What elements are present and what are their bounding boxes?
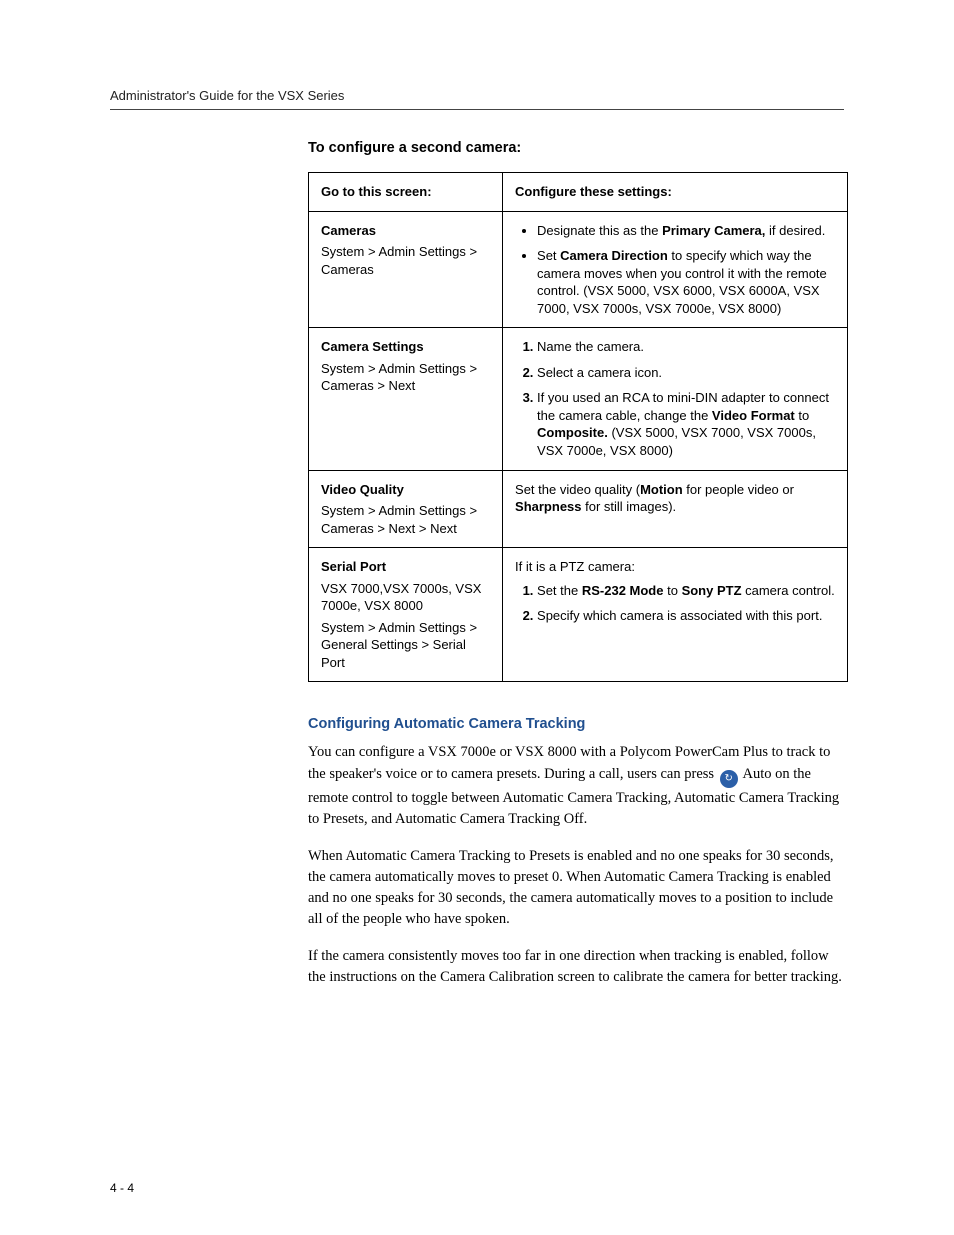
table-row: Cameras System > Admin Settings > Camera… xyxy=(309,211,848,328)
models-note: VSX 7000,VSX 7000s, VSX 7000e, VSX 8000 xyxy=(321,580,490,615)
intro-line: If it is a PTZ camera: xyxy=(515,558,835,576)
strong-text: Video Format xyxy=(712,408,795,423)
text: to xyxy=(795,408,809,423)
strong-text: Sharpness xyxy=(515,499,581,514)
list-item: Designate this as the Primary Camera, if… xyxy=(537,222,835,240)
cell-screen: Cameras System > Admin Settings > Camera… xyxy=(309,211,503,328)
cell-title: Camera Settings xyxy=(321,339,424,354)
subsection-heading: Configuring Automatic Camera Tracking xyxy=(308,716,848,732)
text: Set the xyxy=(537,583,582,598)
cell-screen: Serial Port VSX 7000,VSX 7000s, VSX 7000… xyxy=(309,548,503,682)
header-rule xyxy=(110,109,844,110)
paragraph: When Automatic Camera Tracking to Preset… xyxy=(308,846,848,930)
strong-text: Camera Direction xyxy=(560,248,668,263)
cell-title: Serial Port xyxy=(321,559,386,574)
numbered-list: Set the RS-232 Mode to Sony PTZ camera c… xyxy=(515,582,835,625)
nav-path: System > Admin Settings > General Settin… xyxy=(321,619,490,672)
list-item: Select a camera icon. xyxy=(537,364,835,382)
nav-path: System > Admin Settings > Cameras xyxy=(321,243,490,278)
text: Specify which camera is associated with … xyxy=(537,608,822,623)
strong-text: Sony PTZ xyxy=(682,583,742,598)
cell-settings: If it is a PTZ camera: Set the RS-232 Mo… xyxy=(503,548,848,682)
bullet-list: Designate this as the Primary Camera, if… xyxy=(515,222,835,318)
table-header-right: Configure these settings: xyxy=(503,173,848,212)
cell-title: Video Quality xyxy=(321,482,404,497)
strong-text: Composite. xyxy=(537,425,608,440)
cell-screen: Camera Settings System > Admin Settings … xyxy=(309,328,503,470)
table-header-row: Go to this screen: Configure these setti… xyxy=(309,173,848,212)
text: camera control. xyxy=(742,583,835,598)
text: Select a camera icon. xyxy=(537,365,662,380)
cell-settings: Name the camera. Select a camera icon. I… xyxy=(503,328,848,470)
page-number: 4 - 4 xyxy=(110,1181,134,1195)
auto-icon: ↻ xyxy=(720,770,738,788)
paragraph: You can configure a VSX 7000e or VSX 800… xyxy=(308,742,848,829)
strong-text: Primary Camera, xyxy=(662,223,765,238)
text: Set the video quality ( xyxy=(515,482,640,497)
text: for still images). xyxy=(582,499,677,514)
text: Set xyxy=(537,248,560,263)
procedure-title: To configure a second camera: xyxy=(308,140,848,156)
text: Designate this as the xyxy=(537,223,662,238)
list-item: Specify which camera is associated with … xyxy=(537,607,835,625)
list-item: Set Camera Direction to specify which wa… xyxy=(537,247,835,317)
settings-table: Go to this screen: Configure these setti… xyxy=(308,172,848,682)
page: Administrator's Guide for the VSX Series… xyxy=(0,0,954,1235)
content-block: To configure a second camera: Go to this… xyxy=(308,140,848,988)
table-row: Camera Settings System > Admin Settings … xyxy=(309,328,848,470)
nav-path: System > Admin Settings > Cameras > Next xyxy=(321,360,490,395)
list-item: If you used an RCA to mini-DIN adapter t… xyxy=(537,389,835,459)
cell-settings: Set the video quality (Motion for people… xyxy=(503,470,848,548)
numbered-list: Name the camera. Select a camera icon. I… xyxy=(515,338,835,459)
text: for people video or xyxy=(683,482,794,497)
text: if desired. xyxy=(765,223,825,238)
list-item: Name the camera. xyxy=(537,338,835,356)
body-text: You can configure a VSX 7000e or VSX 800… xyxy=(308,742,848,987)
cell-screen: Video Quality System > Admin Settings > … xyxy=(309,470,503,548)
paragraph: If the camera consistently moves too far… xyxy=(308,946,848,988)
table-header-left: Go to this screen: xyxy=(309,173,503,212)
list-item: Set the RS-232 Mode to Sony PTZ camera c… xyxy=(537,582,835,600)
table-row: Serial Port VSX 7000,VSX 7000s, VSX 7000… xyxy=(309,548,848,682)
cell-title: Cameras xyxy=(321,223,376,238)
text: to xyxy=(663,583,681,598)
cell-settings: Designate this as the Primary Camera, if… xyxy=(503,211,848,328)
text: Name the camera. xyxy=(537,339,644,354)
running-head: Administrator's Guide for the VSX Series xyxy=(110,88,844,103)
nav-path: System > Admin Settings > Cameras > Next… xyxy=(321,502,490,537)
strong-text: Motion xyxy=(640,482,683,497)
table-row: Video Quality System > Admin Settings > … xyxy=(309,470,848,548)
strong-text: RS-232 Mode xyxy=(582,583,664,598)
